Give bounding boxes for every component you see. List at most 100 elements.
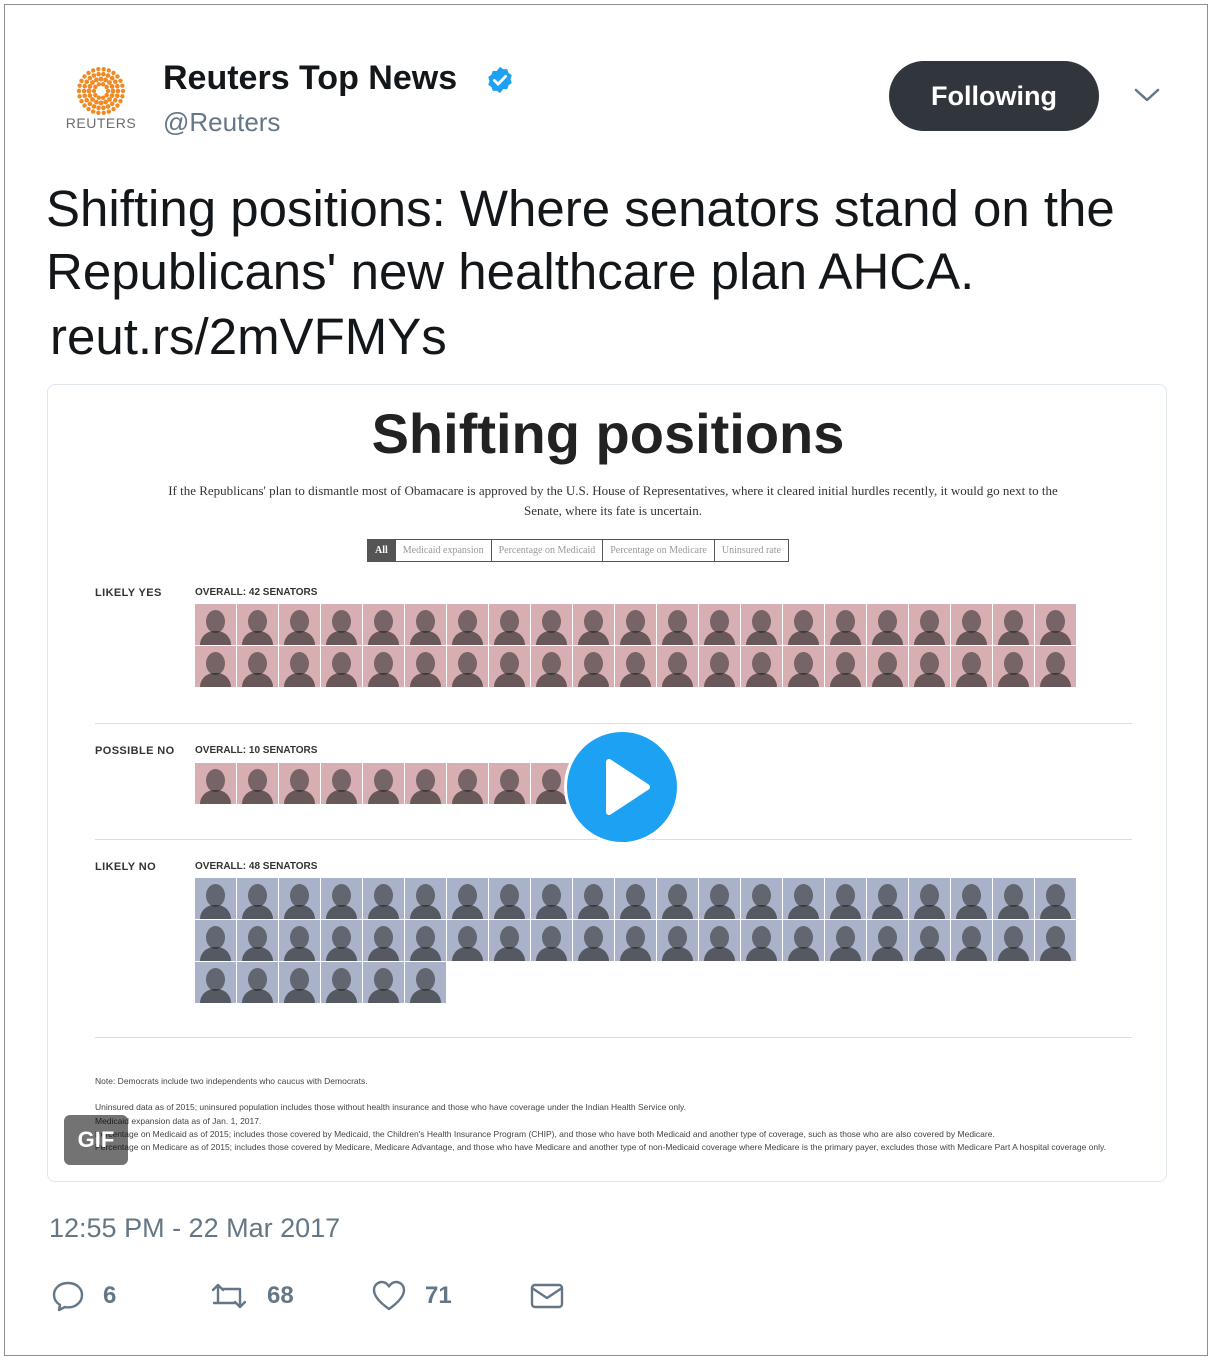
play-icon bbox=[606, 759, 650, 815]
senator-photo bbox=[741, 920, 782, 961]
senator-photo bbox=[615, 604, 656, 645]
senator-photo bbox=[741, 604, 782, 645]
senator-photo bbox=[237, 878, 278, 919]
senator-photo bbox=[783, 920, 824, 961]
senator-photo bbox=[237, 604, 278, 645]
media-gif[interactable]: Shifting positions If the Republicans' p… bbox=[47, 384, 1167, 1182]
like-button[interactable]: 71 bbox=[371, 1279, 452, 1313]
direct-message-button[interactable] bbox=[529, 1279, 565, 1313]
senator-photo bbox=[489, 604, 530, 645]
senator-photo bbox=[489, 920, 530, 961]
tab-all[interactable]: All bbox=[368, 540, 396, 561]
senator-photo bbox=[195, 604, 236, 645]
tweet-timestamp[interactable]: 12:55 PM - 22 Mar 2017 bbox=[49, 1213, 340, 1244]
senator-photo bbox=[1035, 920, 1076, 961]
senator-grid-likely-yes bbox=[195, 604, 1076, 687]
senator-photo bbox=[363, 763, 404, 804]
senator-photo bbox=[363, 920, 404, 961]
senator-photo bbox=[195, 920, 236, 961]
senator-photo bbox=[951, 878, 992, 919]
senator-photo bbox=[195, 763, 236, 804]
retweet-icon bbox=[211, 1283, 247, 1309]
senator-photo bbox=[867, 646, 908, 687]
graphic-note: Note: Democrats include two independents… bbox=[95, 1076, 368, 1086]
senator-photo bbox=[321, 878, 362, 919]
senator-photo bbox=[279, 604, 320, 645]
section-overall-likely-yes: OVERALL: 42 SENATORS bbox=[195, 587, 318, 598]
section-label-likely-yes: LIKELY YES bbox=[95, 587, 162, 599]
senator-photo bbox=[489, 763, 530, 804]
section-label-possible-no: POSSIBLE NO bbox=[95, 745, 175, 757]
senator-photo bbox=[279, 920, 320, 961]
tab-uninsured-rate[interactable]: Uninsured rate bbox=[714, 540, 789, 561]
senator-photo bbox=[405, 878, 446, 919]
senator-photo bbox=[657, 604, 698, 645]
senator-photo bbox=[699, 604, 740, 645]
reuters-logo[interactable]: REUTERS bbox=[63, 66, 139, 143]
reuters-dot-ring-icon bbox=[76, 66, 126, 116]
senator-photo bbox=[951, 920, 992, 961]
senator-photo bbox=[741, 878, 782, 919]
senator-photo bbox=[573, 604, 614, 645]
senator-photo bbox=[531, 604, 572, 645]
senator-photo bbox=[363, 878, 404, 919]
reply-button[interactable]: 6 bbox=[51, 1279, 116, 1313]
senator-photo bbox=[279, 646, 320, 687]
chevron-down-icon[interactable] bbox=[1133, 85, 1161, 105]
senator-photo bbox=[405, 920, 446, 961]
senator-photo bbox=[573, 646, 614, 687]
senator-photo bbox=[447, 604, 488, 645]
senator-photo bbox=[321, 646, 362, 687]
section-overall-likely-no: OVERALL: 48 SENATORS bbox=[195, 861, 318, 872]
section-divider bbox=[95, 1037, 1132, 1038]
graphic-subtitle: If the Republicans' plan to dismantle mo… bbox=[168, 483, 1058, 518]
senator-photo bbox=[279, 763, 320, 804]
following-button[interactable]: Following bbox=[889, 61, 1099, 131]
senator-photo bbox=[783, 646, 824, 687]
senator-photo bbox=[405, 763, 446, 804]
account-handle[interactable]: @Reuters bbox=[163, 107, 280, 138]
senator-photo bbox=[237, 962, 278, 1003]
senator-photo bbox=[615, 878, 656, 919]
retweet-button[interactable]: 68 bbox=[209, 1279, 294, 1313]
senator-photo bbox=[909, 646, 950, 687]
tab-percentage-on-medicaid[interactable]: Percentage on Medicaid bbox=[491, 540, 604, 561]
senator-photo bbox=[447, 646, 488, 687]
senator-photo bbox=[363, 646, 404, 687]
graphic-title: Shifting positions bbox=[371, 402, 845, 465]
graphic-filter-tabs: All Medicaid expansion Percentage on Med… bbox=[367, 539, 790, 562]
envelope-icon bbox=[530, 1283, 564, 1309]
graphic-note: Medicaid expansion data as of Jan. 1, 20… bbox=[95, 1116, 262, 1126]
tweet-link[interactable]: reut.rs/2mVFMYs bbox=[50, 305, 447, 368]
senator-photo bbox=[405, 604, 446, 645]
senator-photo bbox=[489, 878, 530, 919]
senator-photo bbox=[867, 878, 908, 919]
graphic-note: Percentage on Medicaid as of 2015; inclu… bbox=[95, 1129, 995, 1139]
senator-grid-likely-no bbox=[195, 878, 1076, 1003]
senator-photo bbox=[363, 604, 404, 645]
senator-photo bbox=[195, 878, 236, 919]
senator-photo bbox=[531, 878, 572, 919]
senator-photo bbox=[615, 920, 656, 961]
senator-photo bbox=[909, 920, 950, 961]
senator-photo bbox=[531, 920, 572, 961]
senator-photo bbox=[867, 604, 908, 645]
senator-photo bbox=[699, 878, 740, 919]
play-button[interactable] bbox=[564, 729, 680, 845]
tab-medicaid-expansion[interactable]: Medicaid expansion bbox=[395, 540, 492, 561]
senator-photo bbox=[447, 920, 488, 961]
senator-photo bbox=[531, 646, 572, 687]
senator-photo bbox=[1035, 878, 1076, 919]
senator-photo bbox=[321, 920, 362, 961]
senator-photo bbox=[825, 920, 866, 961]
senator-photo bbox=[405, 962, 446, 1003]
tweet-text: Shifting positions: Where senators stand… bbox=[46, 180, 1115, 300]
section-overall-possible-no: OVERALL: 10 SENATORS bbox=[195, 745, 318, 756]
senator-photo bbox=[783, 604, 824, 645]
senator-photo bbox=[657, 646, 698, 687]
senator-photo bbox=[825, 604, 866, 645]
tab-percentage-on-medicare[interactable]: Percentage on Medicare bbox=[603, 540, 715, 561]
senator-photo bbox=[279, 878, 320, 919]
senator-photo bbox=[741, 646, 782, 687]
account-name[interactable]: Reuters Top News bbox=[163, 59, 457, 98]
